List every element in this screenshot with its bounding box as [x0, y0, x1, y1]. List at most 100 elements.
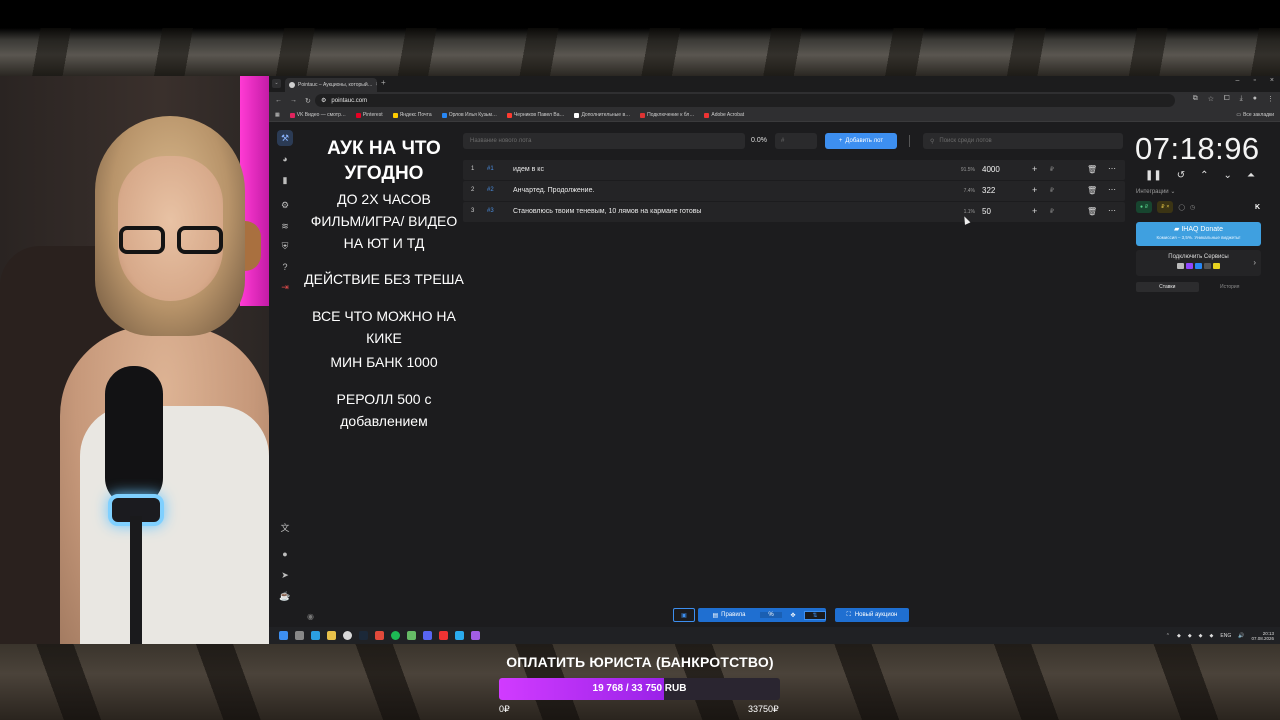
tab-bids[interactable]: Ставки — [1136, 282, 1199, 292]
profile-avatar[interactable]: ● — [1253, 95, 1257, 103]
ruble-icon[interactable]: ₽ — [1050, 187, 1054, 194]
translate-icon[interactable]: ⧉ — [1193, 95, 1198, 103]
address-field[interactable]: ⚙ pointauc.com — [315, 94, 1175, 107]
lot-row[interactable]: 3 #3 Становлюсь твоим теневым, 10 лямов … — [463, 202, 1125, 222]
tab-history[interactable]: История — [1199, 282, 1262, 292]
reset-icon[interactable]: ↺ — [1177, 170, 1185, 181]
trash-icon[interactable]: 🗑 — [1087, 207, 1097, 216]
add-amount-icon[interactable]: + — [1032, 206, 1037, 216]
clock-icon[interactable]: ◷ — [1190, 204, 1195, 211]
steam-icon[interactable] — [359, 631, 368, 640]
integration-toggle-green[interactable]: ● ₽ — [1136, 201, 1153, 213]
wheel-view-button[interactable]: ▣ — [673, 608, 695, 622]
language-indicator[interactable]: ENG — [1220, 633, 1231, 639]
rules-button[interactable]: ▤ Правила — [698, 612, 760, 619]
double-chevron-up-icon[interactable]: ⏶ — [1247, 170, 1255, 181]
layers-icon[interactable]: ≋ — [277, 218, 293, 234]
new-lot-input[interactable]: Название нового лота — [463, 133, 745, 149]
record-icon[interactable]: ◯ — [1178, 204, 1185, 211]
telegram-icon[interactable]: ➤ — [277, 567, 293, 583]
integration-toggle-yellow[interactable]: ₽ × — [1157, 201, 1174, 213]
move-icon[interactable]: ✥ — [782, 612, 804, 619]
back-icon[interactable]: ← — [275, 97, 282, 104]
pause-icon[interactable]: ❚❚ — [1145, 170, 1162, 181]
app-icon[interactable] — [471, 631, 480, 640]
integrations-dropdown[interactable]: Интеграции ⌄ — [1136, 188, 1175, 195]
tray-app-icon[interactable]: ◆ — [1199, 633, 1203, 639]
taskview-icon[interactable] — [295, 631, 304, 640]
explorer-icon[interactable] — [327, 631, 336, 640]
maximize-icon[interactable]: ▫ — [1253, 77, 1255, 84]
ruble-icon[interactable]: ₽ — [1050, 208, 1054, 215]
gavel-icon[interactable]: ⚒ — [277, 130, 293, 146]
tray-app-icon[interactable]: ◆ — [1177, 633, 1181, 639]
bookmark-3[interactable]: Орлов Илья Кузьм… — [441, 112, 497, 118]
minimize-icon[interactable]: – — [1236, 77, 1240, 84]
lot-search-input[interactable]: ⚲ Поиск среди лотов — [923, 133, 1123, 149]
bookmark-4[interactable]: Черников Павел Ва… — [506, 112, 564, 118]
tray-chevron-icon[interactable]: ⌃ — [1166, 633, 1170, 639]
shield-icon[interactable]: ⛨ — [277, 238, 293, 254]
lot-name[interactable]: Анчартед. Продолжение. — [513, 187, 594, 194]
lot-name[interactable]: Становлюсь твоим теневым, 10 лямов на ка… — [513, 208, 701, 215]
browser-tab[interactable]: Pointauc – Аукционы, который… × — [285, 78, 377, 92]
add-amount-icon[interactable]: + — [1032, 164, 1037, 174]
ruble-icon[interactable]: ₽ — [1050, 166, 1054, 173]
donate-icon[interactable]: ☕ — [277, 588, 293, 604]
bookmark-2[interactable]: Яндекс Почта — [392, 112, 432, 118]
settings-icon[interactable]: ⚙ — [277, 197, 293, 213]
more-icon[interactable]: ⋯ — [1108, 185, 1116, 194]
add-amount-icon[interactable]: + — [1032, 185, 1037, 195]
app-icon[interactable] — [375, 631, 384, 640]
forward-icon[interactable]: → — [290, 97, 297, 104]
edge-icon[interactable] — [311, 631, 320, 640]
all-bookmarks[interactable]: ▭ Все закладки — [1236, 112, 1274, 118]
more-icon[interactable]: ⋯ — [1108, 164, 1116, 173]
download-icon[interactable]: ⤓ — [1240, 95, 1243, 103]
lot-amount[interactable]: 50 — [982, 207, 991, 216]
system-clock[interactable]: 20:13 07.08.2026 — [1251, 631, 1274, 641]
trash-icon[interactable]: 🗑 — [1087, 165, 1097, 174]
star-icon[interactable]: ☆ — [1208, 95, 1214, 103]
chevron-down-icon[interactable]: ⌄ — [1224, 170, 1232, 181]
lot-row[interactable]: 1 #1 идем в кс 91.5% 4000 + ₽ 🗑 ⋯ — [463, 160, 1125, 180]
bookmark-6[interactable]: Подключение к бл… — [640, 112, 694, 118]
chrome-icon[interactable] — [343, 631, 352, 640]
reload-icon[interactable]: ↻ — [305, 97, 311, 105]
new-tab-button[interactable]: + — [381, 78, 386, 87]
discord-icon[interactable] — [423, 631, 432, 640]
stats-icon[interactable]: ▮ — [277, 172, 293, 188]
logout-icon[interactable]: ⇥ — [277, 279, 293, 295]
start-icon[interactable] — [279, 631, 288, 640]
new-auction-button[interactable]: ⛶ Новый аукцион — [835, 608, 909, 622]
github-icon[interactable]: ● — [277, 546, 293, 562]
eye-icon[interactable]: ◉ — [307, 612, 314, 621]
tab-search-button[interactable]: ⌄ — [272, 79, 281, 88]
apps-icon[interactable]: ▦ — [275, 112, 280, 118]
app-icon[interactable] — [439, 631, 448, 640]
chevron-up-icon[interactable]: ⌃ — [1200, 170, 1208, 181]
tray-app-icon[interactable]: ◆ — [1188, 633, 1192, 639]
ihaq-donate-banner[interactable]: ▰ IHAQ Donate Комиссия – 3,5%. Уникальны… — [1136, 222, 1261, 246]
add-lot-button[interactable]: + Добавить лот — [825, 133, 897, 149]
app-icon[interactable] — [407, 631, 416, 640]
kick-icon[interactable]: K — [1255, 204, 1260, 211]
percent-toggle[interactable]: % — [760, 612, 782, 618]
lot-row[interactable]: 2 #2 Анчартед. Продолжение. 7.4% 322 + ₽… — [463, 181, 1125, 201]
help-icon[interactable]: ? — [277, 259, 293, 275]
trash-icon[interactable]: 🗑 — [1087, 186, 1097, 195]
bookmark-1[interactable]: Pinterest — [355, 112, 383, 118]
close-icon[interactable]: × — [376, 82, 377, 88]
spotify-icon[interactable] — [391, 631, 400, 640]
extensions-icon[interactable]: ⧠ — [1224, 95, 1230, 103]
tray-app-icon[interactable]: ◆ — [1210, 633, 1214, 639]
more-icon[interactable]: ⋯ — [1108, 206, 1116, 215]
menu-icon[interactable]: ⋮ — [1267, 95, 1274, 103]
lot-amount[interactable]: 322 — [982, 186, 995, 195]
sort-icon[interactable]: ⇅ — [804, 610, 826, 620]
bookmark-0[interactable]: VK Видео — смотр… — [289, 112, 346, 118]
telegram-icon[interactable] — [455, 631, 464, 640]
bookmark-5[interactable]: Дополнительные в… — [574, 112, 630, 118]
lot-name[interactable]: идем в кс — [513, 166, 544, 173]
wheel-icon[interactable]: ◕ — [277, 151, 293, 167]
